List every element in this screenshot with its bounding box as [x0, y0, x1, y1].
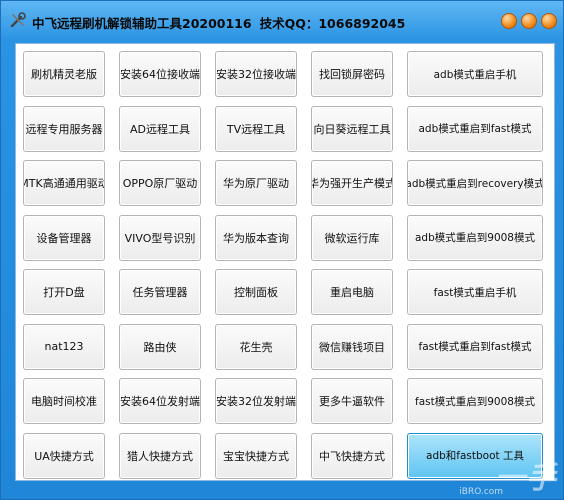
tool-button-38[interactable]: 宝宝快捷方式 [215, 432, 297, 479]
tool-button-35[interactable]: fast模式重启到9008模式 [407, 378, 543, 424]
tool-button-39[interactable]: 中飞快捷方式 [311, 432, 393, 479]
app-title: 中飞远程刷机解锁辅助工具20200116 [32, 16, 252, 31]
tool-button-28[interactable]: 花生壳 [215, 323, 297, 370]
tool-button-32[interactable]: 安装64位发射端 [119, 378, 201, 424]
tool-button-34[interactable]: 更多牛逼软件 [311, 378, 393, 424]
tool-button-11[interactable]: MTK高通通用驱动 [23, 160, 105, 206]
title-bar[interactable]: 中飞远程刷机解锁辅助工具20200116 技术QQ：1066892045 [1, 1, 563, 41]
watermark-logo: 一手 [495, 461, 557, 496]
tool-button-7[interactable]: AD远程工具 [119, 105, 201, 152]
close-button[interactable] [541, 13, 557, 29]
window-title: 中飞远程刷机解锁辅助工具20200116 技术QQ：1066892045 [32, 13, 413, 32]
maximize-button[interactable] [521, 13, 537, 29]
tool-button-19[interactable]: 微软运行库 [311, 214, 393, 261]
tool-button-12[interactable]: OPPO原厂驱动 [119, 160, 201, 206]
tool-button-13[interactable]: 华为原厂驱动 [215, 160, 297, 206]
tool-button-16[interactable]: 设备管理器 [23, 214, 105, 261]
tool-button-6[interactable]: 远程专用服务器 [23, 105, 105, 152]
tool-button-21[interactable]: 打开D盘 [23, 269, 105, 315]
tool-button-30[interactable]: fast模式重启到fast模式 [407, 323, 543, 370]
tool-button-20[interactable]: adb模式重启到9008模式 [407, 214, 543, 261]
tool-button-9[interactable]: 向日葵远程工具 [311, 105, 393, 152]
tool-button-24[interactable]: 重启电脑 [311, 269, 393, 315]
tool-button-5[interactable]: adb模式重启手机 [407, 51, 543, 97]
tool-button-26[interactable]: nat123 [23, 323, 105, 370]
tool-button-27[interactable]: 路由侠 [119, 323, 201, 370]
tool-button-29[interactable]: 微信赚钱项目 [311, 323, 393, 370]
tool-button-1[interactable]: 刷机精灵老版 [23, 51, 105, 97]
tool-button-22[interactable]: 任务管理器 [119, 269, 201, 315]
tool-button-36[interactable]: UA快捷方式 [23, 432, 105, 479]
tool-button-8[interactable]: TV远程工具 [215, 105, 297, 152]
tool-button-14[interactable]: 华为强开生产模式 [311, 160, 393, 206]
tool-button-37[interactable]: 猎人快捷方式 [119, 432, 201, 479]
minimize-button[interactable] [501, 13, 517, 29]
tool-button-2[interactable]: 安装64位接收端 [119, 51, 201, 97]
tool-button-4[interactable]: 找回锁屏密码 [311, 51, 393, 97]
contact-info: 技术QQ：1066892045 [259, 16, 406, 31]
tool-button-33[interactable]: 安装32位发射端 [215, 378, 297, 424]
tools-icon [10, 12, 26, 28]
tool-button-31[interactable]: 电脑时间校准 [23, 378, 105, 424]
tool-button-25[interactable]: fast模式重启手机 [407, 269, 543, 315]
tool-button-10[interactable]: adb模式重启到fast模式 [407, 105, 543, 152]
tool-button-17[interactable]: VIVO型号识别 [119, 214, 201, 261]
tool-button-3[interactable]: 安装32位接收端 [215, 51, 297, 97]
tool-button-18[interactable]: 华为版本查询 [215, 214, 297, 261]
app-window: 中飞远程刷机解锁辅助工具20200116 技术QQ：1066892045 刷机精灵… [0, 0, 564, 500]
window-controls [501, 13, 557, 29]
tool-button-23[interactable]: 控制面板 [215, 269, 297, 315]
tool-button-15[interactable]: adb模式重启到recovery模式 [407, 160, 543, 206]
watermark-site: iBRO.com [459, 487, 503, 497]
